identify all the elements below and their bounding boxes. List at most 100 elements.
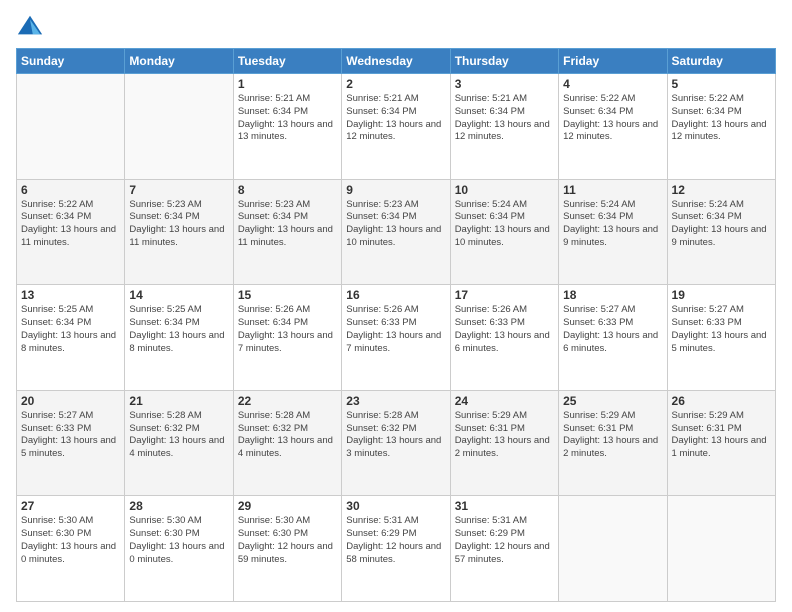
weekday-friday: Friday <box>559 49 667 74</box>
day-info: Sunrise: 5:30 AM Sunset: 6:30 PM Dayligh… <box>238 515 337 566</box>
day-info: Sunrise: 5:31 AM Sunset: 6:29 PM Dayligh… <box>455 515 554 566</box>
day-number: 26 <box>672 394 771 408</box>
calendar-cell: 10Sunrise: 5:24 AM Sunset: 6:34 PM Dayli… <box>450 179 558 285</box>
weekday-saturday: Saturday <box>667 49 775 74</box>
day-number: 9 <box>346 183 445 197</box>
day-number: 2 <box>346 77 445 91</box>
calendar-cell: 28 Sunrise: 5:30 AM Sunset: 6:30 PM Dayli… <box>125 496 233 602</box>
day-number: 20 <box>21 394 120 408</box>
day-number: 6 <box>21 183 120 197</box>
day-info: Sunrise: 5:28 AM Sunset: 6:32 PM Dayligh… <box>129 410 228 461</box>
calendar-cell: 4 Sunrise: 5:22 AM Sunset: 6:34 PM Daylig… <box>559 74 667 180</box>
day-number: 1 <box>238 77 337 91</box>
day-info: Sunrise: 5:31 AM Sunset: 6:29 PM Dayligh… <box>346 515 445 566</box>
logo <box>16 12 48 40</box>
calendar-table: SundayMondayTuesdayWednesdayThursdayFrid… <box>16 48 776 602</box>
calendar-cell: 14 Sunrise: 5:25 AM Sunset: 6:34 PM Dayli… <box>125 285 233 391</box>
logo-icon <box>16 12 44 40</box>
day-number: 31 <box>455 499 554 513</box>
day-info: Sunrise: 5:26 AM Sunset: 6:33 PM Dayligh… <box>455 304 554 355</box>
calendar-cell: 12Sunrise: 5:24 AM Sunset: 6:34 PM Dayli… <box>667 179 775 285</box>
day-info: Sunrise: 5:27 AM Sunset: 6:33 PM Dayligh… <box>672 304 771 355</box>
calendar-cell: 17Sunrise: 5:26 AM Sunset: 6:33 PM Dayli… <box>450 285 558 391</box>
day-info: Sunrise: 5:30 AM Sunset: 6:30 PM Dayligh… <box>129 515 228 566</box>
day-info: Sunrise: 5:23 AM Sunset: 6:34 PM Dayligh… <box>238 199 337 250</box>
day-info: Sunrise: 5:29 AM Sunset: 6:31 PM Dayligh… <box>455 410 554 461</box>
calendar-cell: 24 Sunrise: 5:29 AM Sunset: 6:31 PM Dayli… <box>450 390 558 496</box>
calendar-cell: 26 Sunrise: 5:29 AM Sunset: 6:31 PM Dayli… <box>667 390 775 496</box>
day-number: 4 <box>563 77 662 91</box>
calendar-week-3: 13 Sunrise: 5:25 AM Sunset: 6:34 PM Dayli… <box>17 285 776 391</box>
day-number: 23 <box>346 394 445 408</box>
weekday-tuesday: Tuesday <box>233 49 341 74</box>
day-info: Sunrise: 5:22 AM Sunset: 6:34 PM Dayligh… <box>563 93 662 144</box>
calendar-cell: 29 Sunrise: 5:30 AM Sunset: 6:30 PM Dayli… <box>233 496 341 602</box>
page: SundayMondayTuesdayWednesdayThursdayFrid… <box>0 0 792 612</box>
day-info: Sunrise: 5:30 AM Sunset: 6:30 PM Dayligh… <box>21 515 120 566</box>
day-info: Sunrise: 5:21 AM Sunset: 6:34 PM Dayligh… <box>346 93 445 144</box>
day-number: 16 <box>346 288 445 302</box>
day-info: Sunrise: 5:22 AM Sunset: 6:34 PM Dayligh… <box>672 93 771 144</box>
day-info: Sunrise: 5:27 AM Sunset: 6:33 PM Dayligh… <box>563 304 662 355</box>
calendar-week-5: 27 Sunrise: 5:30 AM Sunset: 6:30 PM Dayli… <box>17 496 776 602</box>
day-info: Sunrise: 5:22 AM Sunset: 6:34 PM Dayligh… <box>21 199 120 250</box>
day-number: 15 <box>238 288 337 302</box>
calendar-cell: 31 Sunrise: 5:31 AM Sunset: 6:29 PM Dayli… <box>450 496 558 602</box>
day-number: 18 <box>563 288 662 302</box>
calendar-week-4: 20 Sunrise: 5:27 AM Sunset: 6:33 PM Dayli… <box>17 390 776 496</box>
calendar-cell: 9Sunrise: 5:23 AM Sunset: 6:34 PM Daylig… <box>342 179 450 285</box>
calendar-cell: 21 Sunrise: 5:28 AM Sunset: 6:32 PM Dayli… <box>125 390 233 496</box>
day-info: Sunrise: 5:25 AM Sunset: 6:34 PM Dayligh… <box>129 304 228 355</box>
day-number: 11 <box>563 183 662 197</box>
calendar-cell: 20 Sunrise: 5:27 AM Sunset: 6:33 PM Dayli… <box>17 390 125 496</box>
calendar-cell <box>125 74 233 180</box>
day-number: 7 <box>129 183 228 197</box>
day-info: Sunrise: 5:29 AM Sunset: 6:31 PM Dayligh… <box>672 410 771 461</box>
day-info: Sunrise: 5:24 AM Sunset: 6:34 PM Dayligh… <box>672 199 771 250</box>
calendar-cell: 1 Sunrise: 5:21 AM Sunset: 6:34 PM Daylig… <box>233 74 341 180</box>
day-info: Sunrise: 5:21 AM Sunset: 6:34 PM Dayligh… <box>455 93 554 144</box>
day-number: 3 <box>455 77 554 91</box>
calendar-cell: 8Sunrise: 5:23 AM Sunset: 6:34 PM Daylig… <box>233 179 341 285</box>
calendar-cell <box>17 74 125 180</box>
day-number: 29 <box>238 499 337 513</box>
day-number: 19 <box>672 288 771 302</box>
weekday-monday: Monday <box>125 49 233 74</box>
calendar-cell: 16 Sunrise: 5:26 AM Sunset: 6:33 PM Dayli… <box>342 285 450 391</box>
calendar-cell: 7Sunrise: 5:23 AM Sunset: 6:34 PM Daylig… <box>125 179 233 285</box>
day-info: Sunrise: 5:27 AM Sunset: 6:33 PM Dayligh… <box>21 410 120 461</box>
calendar-cell: 2 Sunrise: 5:21 AM Sunset: 6:34 PM Daylig… <box>342 74 450 180</box>
weekday-sunday: Sunday <box>17 49 125 74</box>
weekday-wednesday: Wednesday <box>342 49 450 74</box>
day-number: 13 <box>21 288 120 302</box>
day-info: Sunrise: 5:26 AM Sunset: 6:33 PM Dayligh… <box>346 304 445 355</box>
calendar-cell: 6 Sunrise: 5:22 AM Sunset: 6:34 PM Daylig… <box>17 179 125 285</box>
calendar-cell: 13 Sunrise: 5:25 AM Sunset: 6:34 PM Dayli… <box>17 285 125 391</box>
day-info: Sunrise: 5:25 AM Sunset: 6:34 PM Dayligh… <box>21 304 120 355</box>
calendar-cell: 3 Sunrise: 5:21 AM Sunset: 6:34 PM Daylig… <box>450 74 558 180</box>
calendar-cell: 11 Sunrise: 5:24 AM Sunset: 6:34 PM Dayli… <box>559 179 667 285</box>
day-number: 21 <box>129 394 228 408</box>
weekday-header-row: SundayMondayTuesdayWednesdayThursdayFrid… <box>17 49 776 74</box>
day-number: 28 <box>129 499 228 513</box>
calendar-week-1: 1 Sunrise: 5:21 AM Sunset: 6:34 PM Daylig… <box>17 74 776 180</box>
calendar-cell: 23Sunrise: 5:28 AM Sunset: 6:32 PM Dayli… <box>342 390 450 496</box>
calendar-cell <box>667 496 775 602</box>
calendar-cell: 19 Sunrise: 5:27 AM Sunset: 6:33 PM Dayli… <box>667 285 775 391</box>
day-info: Sunrise: 5:21 AM Sunset: 6:34 PM Dayligh… <box>238 93 337 144</box>
day-info: Sunrise: 5:28 AM Sunset: 6:32 PM Dayligh… <box>238 410 337 461</box>
day-info: Sunrise: 5:24 AM Sunset: 6:34 PM Dayligh… <box>563 199 662 250</box>
day-number: 25 <box>563 394 662 408</box>
weekday-thursday: Thursday <box>450 49 558 74</box>
calendar-cell: 27 Sunrise: 5:30 AM Sunset: 6:30 PM Dayli… <box>17 496 125 602</box>
day-number: 24 <box>455 394 554 408</box>
header <box>16 12 776 40</box>
day-number: 27 <box>21 499 120 513</box>
calendar-week-2: 6 Sunrise: 5:22 AM Sunset: 6:34 PM Daylig… <box>17 179 776 285</box>
day-info: Sunrise: 5:24 AM Sunset: 6:34 PM Dayligh… <box>455 199 554 250</box>
day-number: 5 <box>672 77 771 91</box>
calendar-cell: 30Sunrise: 5:31 AM Sunset: 6:29 PM Dayli… <box>342 496 450 602</box>
day-number: 14 <box>129 288 228 302</box>
calendar-cell: 15Sunrise: 5:26 AM Sunset: 6:34 PM Dayli… <box>233 285 341 391</box>
calendar-cell: 22Sunrise: 5:28 AM Sunset: 6:32 PM Dayli… <box>233 390 341 496</box>
